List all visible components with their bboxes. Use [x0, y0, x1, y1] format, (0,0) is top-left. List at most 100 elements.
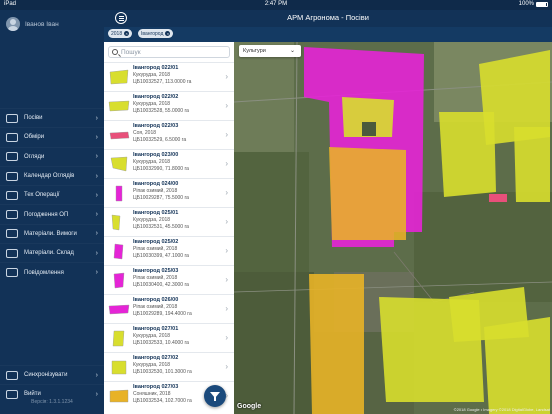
field-name: Івангород 025/01	[133, 210, 179, 216]
field-name: Івангород 025/03	[133, 268, 179, 274]
field-corn	[439, 112, 496, 197]
field-crop: Кукурудза, 2018	[133, 101, 171, 107]
sidebar-bottom-menu: Синхронізувати › Вийти ›	[0, 365, 104, 404]
field-shape-thumbnail	[109, 131, 130, 140]
document-icon	[6, 210, 18, 220]
field-corn	[484, 317, 550, 414]
field-shape-thumbnail	[112, 330, 125, 347]
list-item[interactable]: Івангород 022/03 Соя, 2018 ЦБ10032529, 6.5…	[104, 120, 234, 149]
filter-chip-year[interactable]: 2018 ×	[108, 29, 133, 38]
ruler-icon	[6, 132, 18, 142]
chevron-right-icon: ›	[225, 159, 228, 168]
chevron-right-icon: ›	[95, 133, 98, 141]
dropdown-value: Культури	[243, 48, 266, 54]
list-item[interactable]: Івангород 025/03 Ріпак озимий, 2018 ЦБ1003…	[104, 265, 234, 294]
battery-icon	[536, 1, 548, 7]
field-cadastral: ЦБ10032990, 71.8000 га	[133, 165, 189, 172]
list-item[interactable]: Івангород 025/02 Ріпак озимий, 2018 ЦБ1003…	[104, 236, 234, 265]
warehouse-icon	[6, 248, 18, 258]
chevron-right-icon: ›	[95, 390, 98, 398]
list-item[interactable]: Івангород 022/01 Кукурудза, 2018 ЦБ1003252…	[104, 62, 234, 91]
avatar	[6, 17, 20, 31]
close-icon[interactable]: ×	[165, 31, 171, 36]
field-cadastral: ЦБ10032530, 101.3000 га	[133, 368, 192, 375]
field-name: Івангород 027/01	[133, 326, 179, 332]
field-name: Івангород 022/02	[133, 94, 179, 100]
sidebar-item-label: Тех Операції	[24, 192, 60, 199]
field-cadastral: ЦБ10029289, 194.4000 га	[133, 310, 192, 317]
sidebar-item[interactable]: Обміри ›	[0, 127, 104, 146]
field-name: Івангород 027/03	[133, 384, 179, 390]
filter-chip-location[interactable]: Івангород ×	[138, 29, 174, 38]
chevron-right-icon: ›	[225, 188, 228, 197]
field-name: Івангород 024/00	[133, 181, 179, 187]
field-cadastral: ЦБ10032528, 55.0000 га	[133, 107, 189, 114]
chevron-right-icon: ›	[225, 333, 228, 342]
list-item[interactable]: Івангород 023/00 Кукурудза, 2018 ЦБ1003299…	[104, 149, 234, 178]
chevron-right-icon: ›	[95, 269, 98, 277]
sidebar-item-label: Синхронізувати	[24, 372, 68, 379]
page-title: АРМ Агронома - Посіви	[287, 13, 369, 22]
list-item[interactable]: Івангород 022/02 Кукурудза, 2018 ЦБ1003252…	[104, 91, 234, 120]
app-version: Версія: 1.3.1.1234	[31, 399, 73, 405]
chevron-right-icon: ›	[225, 246, 228, 255]
field-crop: Кукурудза, 2018	[133, 217, 171, 223]
chevron-down-icon: ⌄	[289, 48, 295, 54]
battery-indicator: 100%	[519, 1, 548, 7]
field-name: Івангород 027/02	[133, 355, 179, 361]
user-name: Іванов Іван	[25, 20, 59, 28]
list-item[interactable]: Івангород 027/01 Кукурудза, 2018 ЦБ1003253…	[104, 323, 234, 352]
chevron-right-icon: ›	[225, 101, 228, 110]
field-cadastral: ЦБ10032534, 102.7000 га	[133, 397, 192, 404]
map-view[interactable]: Культури ⌄ Google ©2018 Google • Imagery…	[234, 42, 552, 414]
field-cadastral: ЦБ10032527, 113.0000 га	[133, 78, 192, 85]
close-icon[interactable]: ×	[124, 31, 130, 36]
sidebar-item[interactable]: Погодження ОП ›	[0, 204, 104, 223]
field-crop: Кукурудза, 2018	[133, 362, 171, 368]
sidebar-item[interactable]: Огляди ›	[0, 147, 104, 166]
crop-filter-dropdown[interactable]: Культури ⌄	[239, 45, 301, 57]
map-attribution: ©2018 Google • Imagery ©2018 DigitalGlob…	[453, 407, 550, 412]
field-shape-thumbnail	[109, 69, 129, 85]
sidebar-item-label: Посіви	[24, 115, 43, 122]
filter-button[interactable]	[204, 385, 226, 407]
sidebar-item[interactable]: Матеріали. Склад ›	[0, 243, 104, 262]
status-bar: iPad 2:47 PM 100%	[0, 0, 552, 10]
fields-list-panel: Івангород 022/01Кукурудза, 2018ЦБ1003252…	[104, 42, 234, 414]
tractor-icon	[6, 190, 18, 200]
field-shape-thumbnail	[113, 272, 125, 289]
chevron-right-icon: ›	[95, 172, 98, 180]
list-item[interactable]: Івангород 024/00 Ріпак озимий, 2018 ЦБ1002…	[104, 178, 234, 207]
chevron-right-icon: ›	[95, 249, 98, 257]
list-item[interactable]: Івангород 027/02 Кукурудза, 2018 ЦБ1003253…	[104, 352, 234, 381]
sidebar-item[interactable]: Матеріали. Вимоги ›	[0, 224, 104, 243]
sidebar: Іванов Іван Посіви › Обміри › Огляди › Календа…	[0, 10, 104, 414]
fields-list: Івангород 022/01 Кукурудза, 2018 ЦБ1003252…	[104, 62, 234, 410]
sidebar-item[interactable]: Повідомлення ›	[0, 262, 104, 281]
field-cadastral: ЦБ10030399, 47.1000 га	[133, 252, 189, 259]
app-root: iPad 2:47 PM 100% Іванов Іван Посіви › Обм…	[0, 0, 552, 414]
chevron-right-icon: ›	[95, 114, 98, 122]
sidebar-item-label: Повідомлення	[24, 269, 64, 276]
sidebar-item[interactable]: Синхронізувати ›	[0, 365, 104, 384]
field-crop: Ріпак озимий, 2018	[133, 188, 178, 194]
chevron-right-icon: ›	[95, 371, 98, 379]
battery-percent: 100%	[518, 1, 534, 7]
chevron-right-icon: ›	[225, 304, 228, 313]
list-item[interactable]: Івангород 026/00 Ріпак озимий, 2018 ЦБ1002…	[104, 294, 234, 323]
field-shape-thumbnail	[108, 100, 130, 112]
logout-icon	[6, 389, 18, 399]
user-profile[interactable]: Іванов Іван	[0, 10, 104, 38]
chevron-right-icon: ›	[225, 130, 228, 139]
search-box[interactable]	[108, 46, 230, 58]
field-shape-thumbnail	[111, 360, 127, 375]
list-item[interactable]: Івангород 025/01 Кукурудза, 2018 ЦБ1003253…	[104, 207, 234, 236]
sync-icon	[6, 370, 18, 380]
field-corn	[514, 127, 550, 202]
clipboard-icon	[6, 229, 18, 239]
sidebar-item[interactable]: Тех Операції ›	[0, 185, 104, 204]
chevron-right-icon: ›	[225, 362, 228, 371]
sidebar-item[interactable]: Календар Оглядів ›	[0, 166, 104, 185]
search-input[interactable]	[121, 48, 226, 57]
sidebar-item[interactable]: Посіви ›	[0, 108, 104, 127]
